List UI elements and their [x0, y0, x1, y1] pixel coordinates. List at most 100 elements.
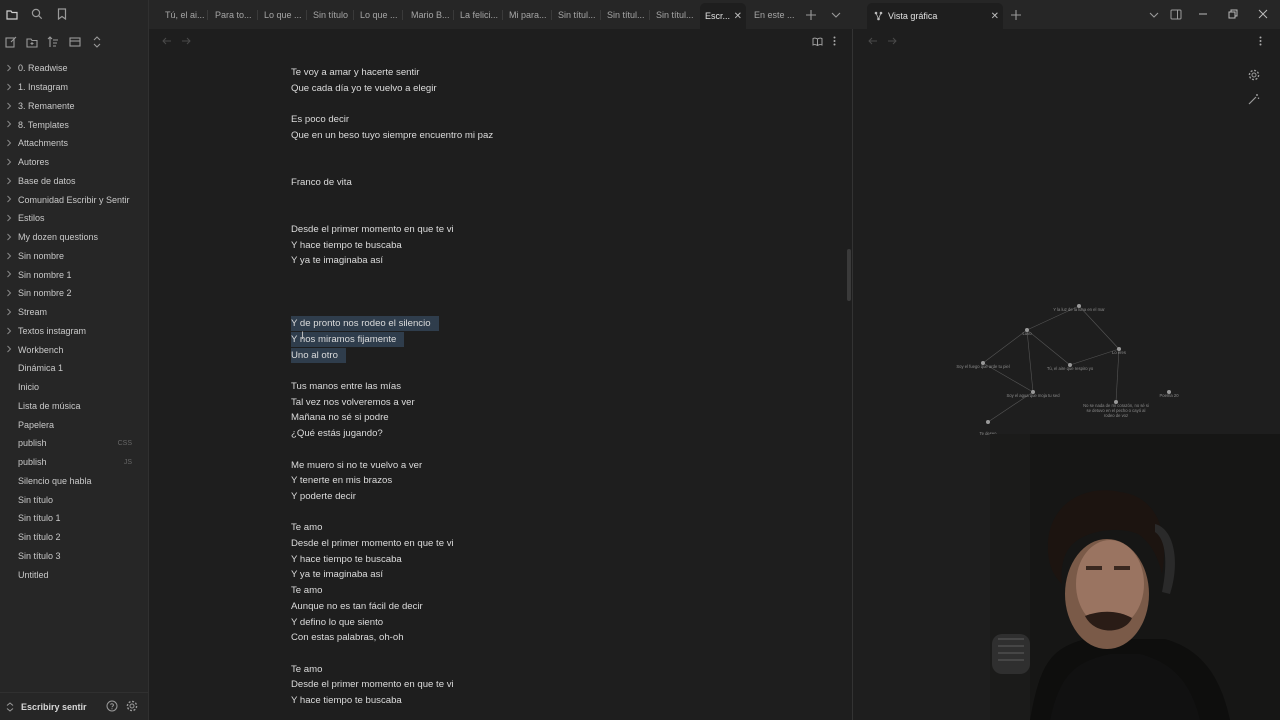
- tab[interactable]: Lo que ...: [355, 5, 401, 25]
- sidebar-folder-item[interactable]: Sin nombre: [0, 247, 149, 266]
- help-icon[interactable]: [105, 699, 119, 713]
- sidebar-folder-item[interactable]: Autores: [0, 153, 149, 172]
- tab[interactable]: Mi para...: [504, 5, 550, 25]
- sidebar-folder-item[interactable]: 8. Templates: [0, 115, 149, 134]
- sidebar-file-item[interactable]: Untitled: [0, 565, 149, 584]
- sidebar-folder-item[interactable]: Textos instagram: [0, 322, 149, 341]
- sidebar-folder-item[interactable]: Sin nombre 1: [0, 265, 149, 284]
- tab[interactable]: Tú, el ai...: [160, 5, 206, 25]
- tab[interactable]: Sin títul...: [651, 5, 697, 25]
- text-line[interactable]: Es poco decir: [291, 112, 349, 127]
- tab[interactable]: En este ...: [749, 5, 795, 25]
- text-line[interactable]: Tal vez nos volveremos a ver: [291, 395, 415, 410]
- sidebar-folder-item[interactable]: Comunidad Escribir y Sentir: [0, 190, 149, 209]
- sidebar-file-item[interactable]: Silencio que habla: [0, 472, 149, 491]
- text-line[interactable]: Y hace tiempo te buscaba: [291, 693, 402, 708]
- graph-settings-gear-icon[interactable]: [1246, 67, 1262, 83]
- text-line[interactable]: Y ya te imaginaba así: [291, 567, 383, 582]
- tab[interactable]: Lo que ...: [259, 5, 305, 25]
- reading-view-book-icon[interactable]: [811, 35, 823, 47]
- tab-list-chevron-icon[interactable]: [1147, 8, 1161, 22]
- text-line[interactable]: Desde el primer momento en que te vi: [291, 536, 454, 551]
- sidebar-folder-item[interactable]: Estilos: [0, 209, 149, 228]
- sidebar-folder-item[interactable]: My dozen questions: [0, 228, 149, 247]
- search-icon[interactable]: [29, 6, 45, 22]
- text-line[interactable]: Franco de vita: [291, 175, 352, 190]
- text-line[interactable]: Y ya te imaginaba así: [291, 253, 383, 268]
- text-line[interactable]: Te voy a amar y hacerte sentir: [291, 65, 420, 80]
- text-line[interactable]: Que en un beso tuyo siempre encuentro mi…: [291, 128, 493, 143]
- tab-active[interactable]: Escr... ✕: [700, 3, 746, 29]
- tab[interactable]: Sin título: [308, 5, 352, 25]
- bookmark-icon[interactable]: [54, 6, 70, 22]
- expand-chevrons-icon[interactable]: [89, 34, 105, 50]
- sidebar-file-item[interactable]: Sin título: [0, 490, 149, 509]
- more-options-icon[interactable]: [1256, 35, 1264, 47]
- sidebar-file-item[interactable]: Inicio: [0, 378, 149, 397]
- sidebar-folder-item[interactable]: 0. Readwise: [0, 59, 149, 78]
- tab-graph-view[interactable]: Vista gráfica ✕: [867, 3, 1003, 29]
- close-icon[interactable]: ✕: [991, 11, 999, 22]
- text-line[interactable]: Y tenerte en mis brazos: [291, 473, 392, 488]
- tab[interactable]: Sin títul...: [602, 5, 648, 25]
- text-line[interactable]: Te amo: [291, 583, 322, 598]
- sidebar-folder-item[interactable]: Sin nombre 2: [0, 284, 149, 303]
- text-line[interactable]: ¿Qué estás jugando?: [291, 426, 383, 441]
- forward-arrow-icon[interactable]: [180, 35, 192, 47]
- text-line[interactable]: Te amo: [291, 662, 322, 677]
- editor-scrollbar[interactable]: [847, 249, 851, 301]
- animate-magic-wand-icon[interactable]: [1246, 91, 1262, 107]
- forward-arrow-icon[interactable]: [886, 35, 898, 47]
- text-line[interactable]: Y poderte decir: [291, 489, 356, 504]
- text-line[interactable]: Desde el primer momento en que te vi: [291, 677, 454, 692]
- close-icon[interactable]: ✕: [734, 11, 742, 22]
- text-line[interactable]: Y hace tiempo te buscaba: [291, 238, 402, 253]
- sidebar-file-item[interactable]: Papelera: [0, 415, 149, 434]
- sidebar-file-item[interactable]: Dinámica 1: [0, 359, 149, 378]
- text-line[interactable]: Tus manos entre las mías: [291, 379, 401, 394]
- text-line[interactable]: Y defino lo que siento: [291, 615, 383, 630]
- sidebar-file-item[interactable]: Sin título 3: [0, 547, 149, 566]
- more-options-icon[interactable]: [830, 35, 838, 47]
- text-line[interactable]: Me muero si no te vuelvo a ver: [291, 458, 422, 473]
- back-arrow-icon[interactable]: [867, 35, 879, 47]
- folder-icon[interactable]: [4, 6, 20, 22]
- sidebar-folder-item[interactable]: Base de datos: [0, 172, 149, 191]
- back-arrow-icon[interactable]: [161, 35, 173, 47]
- tab[interactable]: La felici...: [455, 5, 501, 25]
- tab[interactable]: Sin títul...: [553, 5, 599, 25]
- sidebar-folder-item[interactable]: Stream: [0, 303, 149, 322]
- text-line[interactable]: Desde el primer momento en que te vi: [291, 222, 454, 237]
- tab[interactable]: Para to...: [210, 5, 256, 25]
- tab[interactable]: Mario B...: [406, 5, 452, 25]
- text-line[interactable]: Aunque no es tan fácil de decir: [291, 599, 423, 614]
- sidebar-file-item[interactable]: Sin título 1: [0, 509, 149, 528]
- sidebar-folder-item[interactable]: Attachments: [0, 134, 149, 153]
- minimize-icon[interactable]: [1196, 7, 1210, 21]
- sidebar-file-item[interactable]: Lista de música: [0, 397, 149, 416]
- toggle-sidebar-icon[interactable]: [1169, 7, 1183, 21]
- sidebar-file-item[interactable]: publish JS: [0, 453, 149, 472]
- window-close-icon[interactable]: [1256, 7, 1270, 21]
- sidebar-folder-item[interactable]: 1. Instagram: [0, 78, 149, 97]
- new-tab-plus-icon[interactable]: [1009, 8, 1023, 22]
- graph-node[interactable]: [986, 420, 990, 424]
- sidebar-file-item[interactable]: Sin título 2: [0, 528, 149, 547]
- collapse-all-icon[interactable]: [67, 34, 83, 50]
- text-line[interactable]: Que cada día yo te vuelvo a elegir: [291, 81, 437, 96]
- text-line[interactable]: Mañana no sé si podre: [291, 410, 389, 425]
- text-line[interactable]: Y hace tiempo te buscaba: [291, 552, 402, 567]
- graph-canvas[interactable]: Y la luz de la luna en el mar Luvo Lo eres…: [943, 299, 1193, 439]
- sidebar-folder-item[interactable]: 3. Remanente: [0, 97, 149, 116]
- settings-gear-icon[interactable]: [125, 699, 139, 713]
- selected-text-line[interactable]: Uno al otro: [291, 347, 346, 363]
- new-folder-icon[interactable]: [24, 34, 40, 50]
- sort-icon[interactable]: [45, 34, 61, 50]
- tab-list-chevron-icon[interactable]: [829, 8, 843, 22]
- sidebar-file-item[interactable]: publish CSS: [0, 434, 149, 453]
- restore-icon[interactable]: [1226, 7, 1240, 21]
- new-tab-plus-icon[interactable]: [804, 8, 818, 22]
- vault-switcher[interactable]: Escribiry sentir: [0, 692, 149, 720]
- text-line[interactable]: Con estas palabras, oh-oh: [291, 630, 404, 645]
- sidebar-folder-item[interactable]: Workbench: [0, 340, 149, 359]
